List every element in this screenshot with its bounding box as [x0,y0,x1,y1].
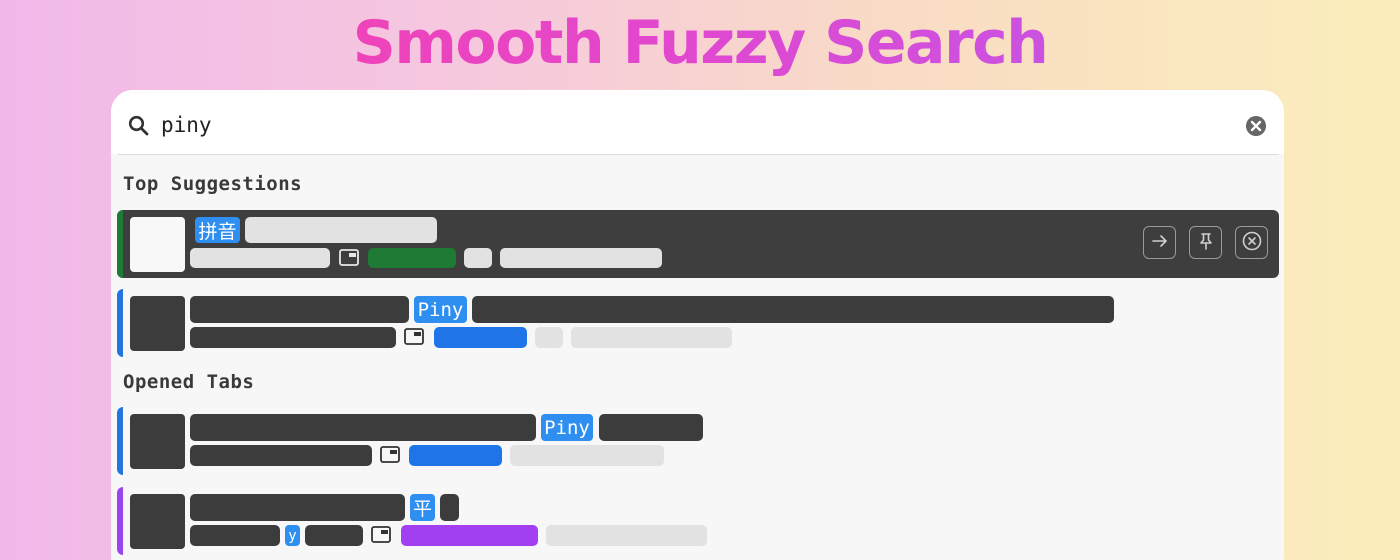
redacted-meta [510,445,664,466]
result-row[interactable]: Piny [117,289,1279,357]
result-row[interactable]: 拼音 [117,210,1279,278]
search-icon [128,115,150,141]
group-badge [368,248,456,268]
favicon [130,296,185,351]
window-icon [404,328,424,349]
open-button[interactable] [1143,226,1176,259]
redacted-meta [500,248,662,268]
redacted-url [190,248,330,268]
row-accent [117,210,123,278]
search-divider [118,154,1279,155]
row-accent [117,487,123,555]
redacted-title [190,296,409,323]
redacted-meta [571,327,732,348]
match-highlight: y [285,525,300,546]
redacted-url [305,525,363,546]
redacted-meta [464,248,492,268]
redacted-title [472,296,1114,323]
section-title-opened-tabs: Opened Tabs [123,371,255,393]
favicon [130,494,185,549]
favicon [130,414,185,469]
result-row[interactable]: Piny [117,407,1279,475]
group-badge [401,525,538,546]
clear-icon[interactable] [1245,115,1267,141]
redacted-url [190,327,396,348]
redacted-url [190,445,372,466]
search-popup: Top Suggestions 拼音 [111,90,1284,560]
redacted-title [245,217,437,243]
row-accent [117,407,123,475]
search-input[interactable] [161,108,1231,142]
arrow-right-icon [1150,231,1170,255]
page-title: Smooth Fuzzy Search [0,8,1400,78]
favicon [130,217,185,272]
redacted-url [190,525,280,546]
redacted-meta [535,327,563,348]
match-highlight: Piny [541,414,593,441]
result-row[interactable]: 平 y [117,487,1279,555]
redacted-title [599,414,703,441]
pin-icon [1196,231,1216,255]
group-badge [434,327,527,348]
search-bar [111,90,1284,154]
section-title-top-suggestions: Top Suggestions [123,173,303,195]
match-highlight: 拼音 [195,217,240,243]
match-highlight: 平 [410,494,435,521]
pin-button[interactable] [1189,226,1222,259]
window-icon [380,446,400,467]
redacted-title [190,414,536,441]
redacted-title [440,494,459,521]
group-badge [409,445,502,466]
row-accent [117,289,123,357]
window-icon [339,249,359,270]
window-icon [371,526,391,547]
close-circle-icon [1241,230,1263,256]
redacted-title [190,494,405,521]
match-highlight: Piny [414,296,467,323]
close-tab-button[interactable] [1235,226,1268,259]
redacted-meta [546,525,707,546]
